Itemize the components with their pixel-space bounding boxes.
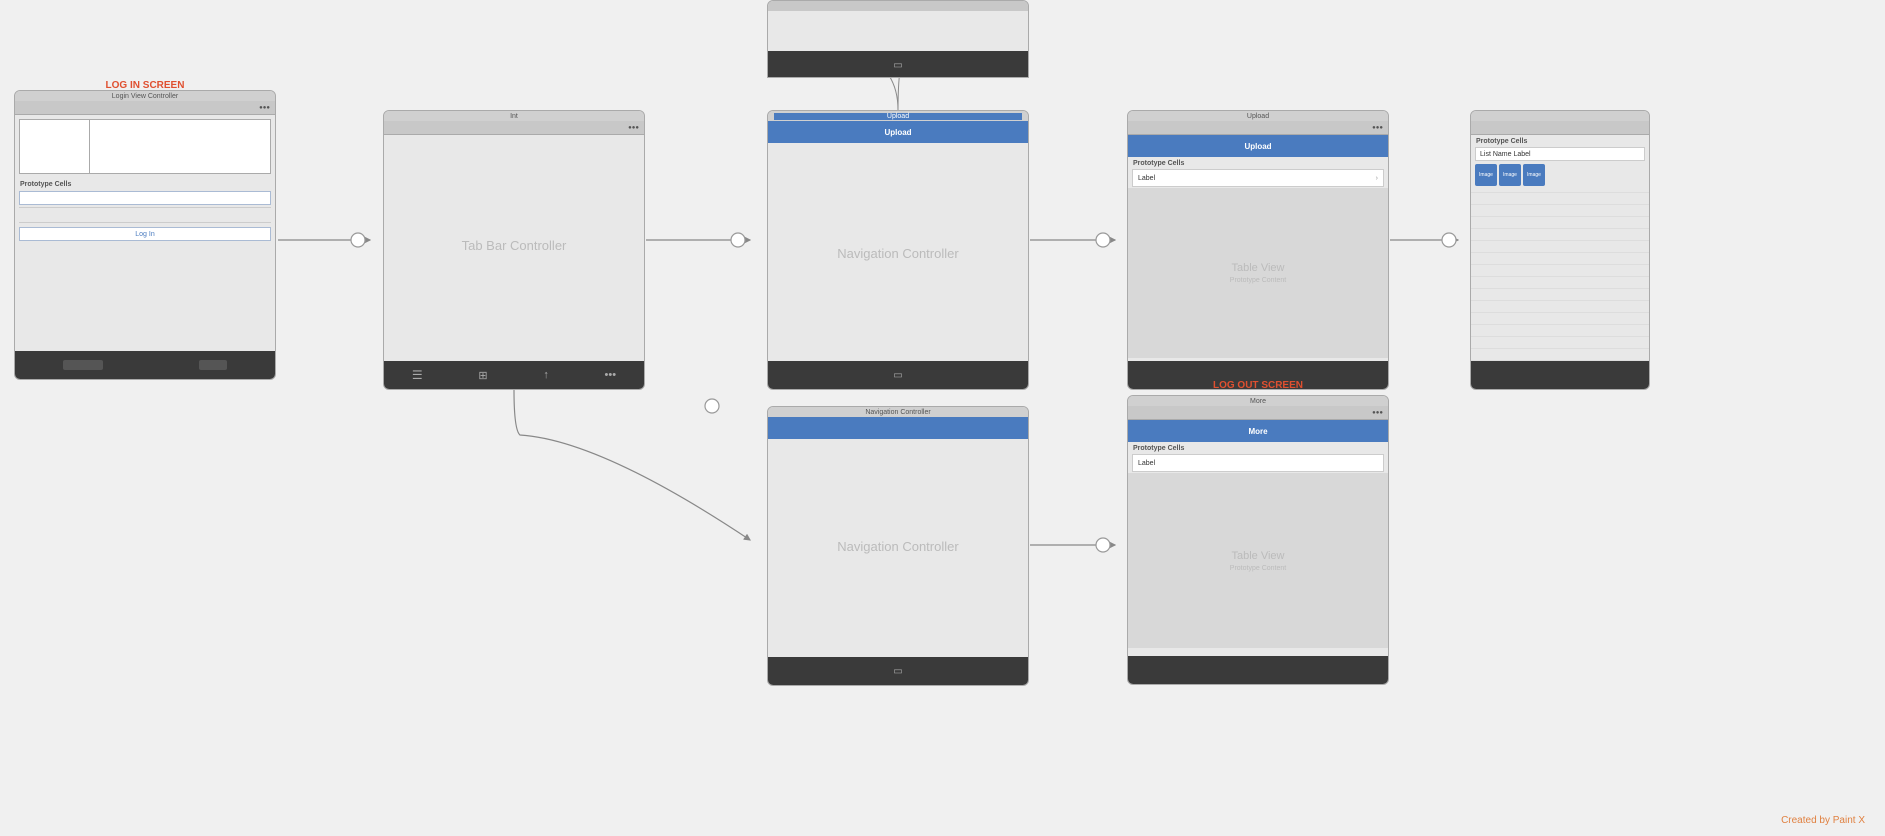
upload-nav-dots: ●●● (1372, 125, 1383, 131)
more-cell-label: Label (1132, 454, 1384, 472)
more-table-label: Table View (1232, 550, 1285, 562)
upload-nav-status: Upload (1128, 111, 1388, 121)
more-table-body: Table View Prototype Content (1128, 473, 1388, 648)
upload-table-label: Table View (1232, 262, 1285, 274)
more-table-sub: Prototype Content (1230, 565, 1286, 572)
login-frame: Login View Controller ●●● Prototype Cell… (14, 90, 276, 380)
nav-bot-status: Navigation Controller (768, 407, 1028, 417)
tabbar-status-bar: Int (384, 111, 644, 121)
logout-screen-label: LOG OUT SCREEN (1127, 380, 1389, 391)
tab-more-icon[interactable]: ••• (605, 369, 617, 381)
canvas: LOG IN SCREEN Login View Controller ●●● … (0, 0, 1885, 836)
tv-right-status (1471, 111, 1649, 121)
more-topbar: ●●● (1128, 406, 1388, 420)
upload-cell-label: Label (1132, 169, 1384, 187)
upload-nav-title: Upload (1244, 142, 1271, 151)
nav-bot-frame: Navigation Controller Navigation Control… (767, 406, 1029, 686)
watermark: Created by Paint X (1781, 815, 1865, 826)
top-partial-icon: ▭ (893, 60, 902, 71)
tabbar-frame: Int ●●● Tab Bar Controller ☰ ⊞ ↑ ••• (383, 110, 645, 390)
nav-top-upload-label: Upload (774, 113, 1022, 120)
tv-right-list-name: List Name Label (1475, 147, 1645, 161)
upload-table-sub: Prototype Content (1230, 277, 1286, 284)
login-divider1 (19, 207, 271, 208)
nav-bot-label: Navigation Controller (837, 539, 958, 554)
upload-nav-frame: Upload ●●● Upload Prototype Cells Label … (1127, 110, 1389, 390)
tabbar-dots: ●●● (628, 125, 639, 131)
upload-nav-screen-title: Upload (1134, 113, 1382, 120)
nav-top-content: Navigation Controller (768, 143, 1028, 363)
tv-right-content (1471, 188, 1649, 373)
top-partial-content (768, 11, 1028, 51)
upload-prototype-label: Prototype Cells (1128, 157, 1388, 168)
nav-top-tab-icon: ▭ (893, 370, 902, 381)
more-navbar: More (1128, 420, 1388, 442)
more-dots: ●●● (1372, 410, 1383, 416)
tv-right-prototype-label: Prototype Cells (1471, 135, 1649, 146)
nav-bot-screen-title: Navigation Controller (774, 409, 1022, 416)
nav-top-navbar: Upload (768, 121, 1028, 143)
more-nav-title: More (1248, 427, 1267, 436)
upload-nav-navbar: Upload (1128, 135, 1388, 157)
nav-bot-tabbar: ▭ (768, 657, 1028, 685)
login-nav-dots: ●●● (259, 105, 270, 111)
nav-bot-content: Navigation Controller (768, 439, 1028, 654)
tv-image-1: Image (1475, 164, 1497, 186)
tv-right-tabbar (1471, 361, 1649, 389)
top-partial-status (768, 1, 1028, 11)
tab-grid-icon[interactable]: ⊞ (478, 369, 487, 382)
tabbar-content: Tab Bar Controller (384, 135, 644, 355)
login-input-field[interactable] (19, 191, 271, 205)
login-status-icons: Login View Controller (21, 93, 269, 100)
top-partial-tabbar: ▭ (768, 51, 1028, 78)
more-tabbar (1128, 656, 1388, 684)
nav-bot-navbar (768, 417, 1028, 439)
nav-top-title: Upload (884, 128, 911, 137)
tv-image-3: Image (1523, 164, 1545, 186)
more-frame: More ●●● More Prototype Cells Label Tabl… (1127, 395, 1389, 685)
login-divider2 (19, 222, 271, 223)
top-partial-frame: ▭ (767, 0, 1029, 78)
login-image-left (20, 120, 90, 173)
tv-right-images: Image Image Image (1471, 162, 1649, 188)
nav-top-tabbar: ▭ (768, 361, 1028, 389)
upload-table-body: Table View Prototype Content (1128, 188, 1388, 358)
tv-right-topbar (1471, 121, 1649, 135)
login-bottom-bar (15, 351, 275, 379)
nav-bot-icon: ▭ (893, 666, 902, 677)
login-nav-bar: ●●● (15, 101, 275, 115)
tableview-right-frame: Prototype Cells List Name Label Image Im… (1470, 110, 1650, 390)
login-prototype-label: Prototype Cells (15, 178, 275, 189)
login-btn2[interactable] (199, 360, 227, 370)
tabbar-tabs[interactable]: ☰ ⊞ ↑ ••• (384, 361, 644, 389)
tabbar-nav: ●●● (384, 121, 644, 135)
login-image-area (19, 119, 271, 174)
upload-nav-topbar: ●●● (1128, 121, 1388, 135)
login-image-right (90, 120, 270, 173)
tv-image-2: Image (1499, 164, 1521, 186)
nav-top-status: Upload (768, 111, 1028, 121)
tabbar-title: Int (390, 113, 638, 120)
nav-top-frame: Upload Upload Navigation Controller ▭ (767, 110, 1029, 390)
tab-list-icon[interactable]: ☰ (412, 368, 423, 382)
more-status: More (1128, 396, 1388, 406)
login-row1 (19, 210, 271, 220)
login-button[interactable]: Log In (19, 227, 271, 241)
login-btn1[interactable] (63, 360, 103, 370)
tab-upload-icon[interactable]: ↑ (543, 369, 549, 381)
login-status-bar: Login View Controller (15, 91, 275, 101)
nav-top-label: Navigation Controller (837, 246, 958, 261)
tabbar-controller-label: Tab Bar Controller (462, 238, 567, 253)
more-screen-title: More (1134, 398, 1382, 405)
more-prototype-label: Prototype Cells (1128, 442, 1388, 453)
